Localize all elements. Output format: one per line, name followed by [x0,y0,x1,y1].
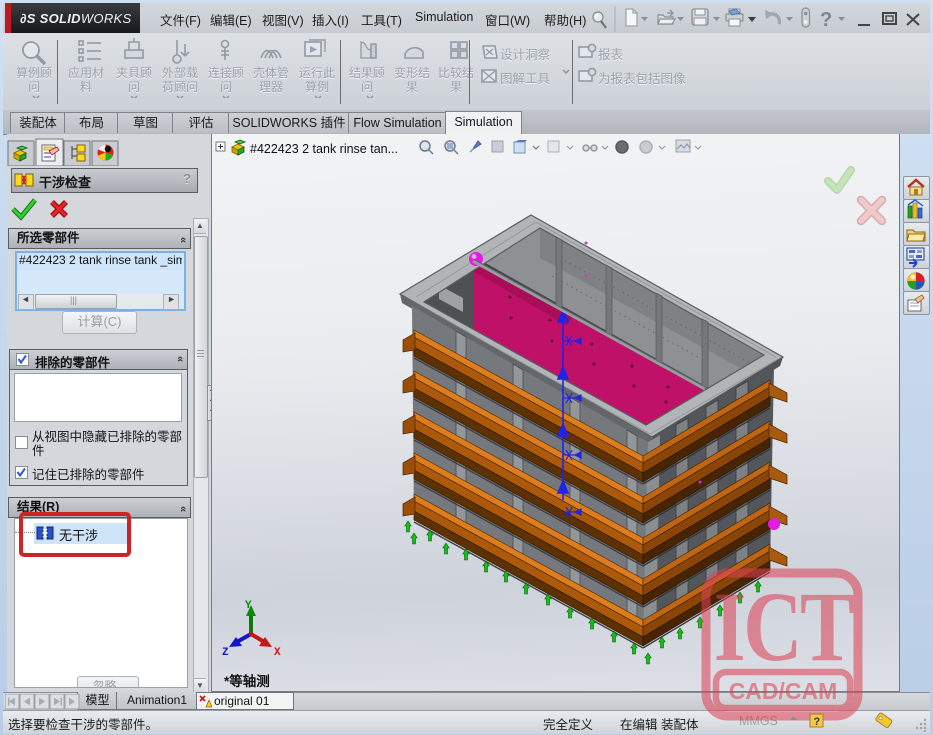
svg-text:?: ? [814,716,821,728]
svg-text:Z: Z [222,647,229,659]
svg-text:*等轴测: *等轴测 [224,673,270,689]
svg-text:X: X [274,647,281,659]
svg-text:#422423 2 tank rinse tan...: #422423 2 tank rinse tan... [250,142,398,156]
svg-text:CAD/CAM: CAD/CAM [729,678,838,704]
svg-text:?: ? [820,9,832,31]
svg-text:Y: Y [245,600,252,612]
svg-text:ICT: ICT [714,571,854,681]
